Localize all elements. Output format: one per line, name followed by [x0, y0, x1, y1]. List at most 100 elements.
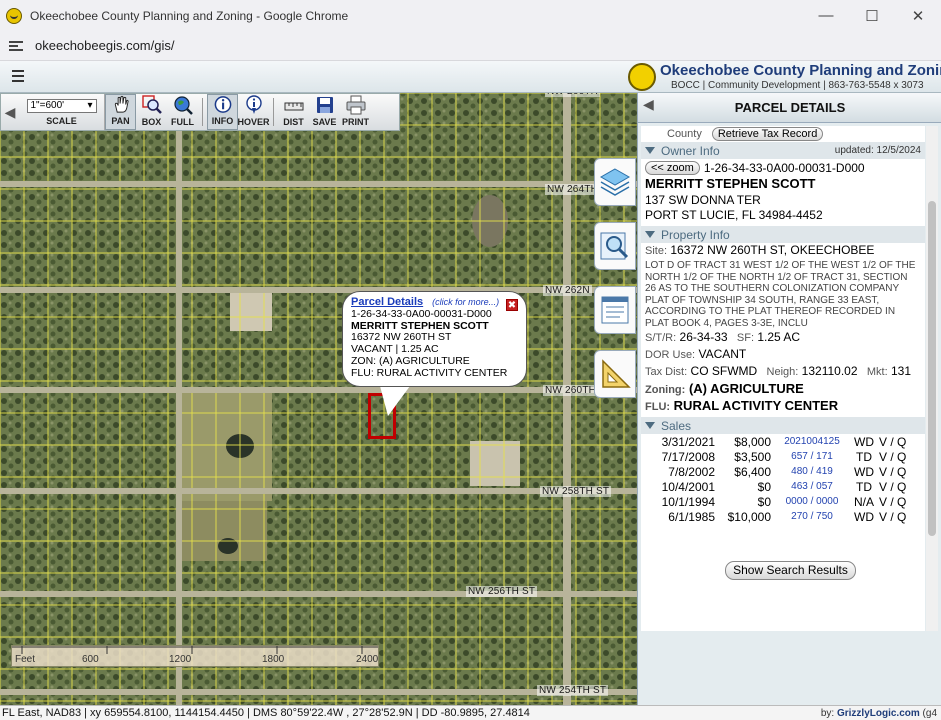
- dor-label: DOR Use:: [645, 349, 696, 361]
- scale-tick-2400: 2400: [356, 654, 379, 665]
- sale-date: 10/1/1994: [661, 494, 715, 509]
- show-search-results-button[interactable]: Show Search Results: [725, 561, 856, 580]
- panel-collapse-icon[interactable]: ◀: [643, 96, 654, 113]
- close-icon[interactable]: ✕: [895, 0, 941, 31]
- road-label-264th: NW 264TH: [545, 184, 601, 195]
- mkt-value: 131: [890, 364, 912, 378]
- sale-book-page[interactable]: 657 / 171: [773, 449, 851, 464]
- parcel-details-panel: PARCEL DETAILS County Retrieve Tax Recor…: [637, 93, 941, 705]
- neigh-label: Neigh:: [766, 366, 799, 378]
- measure-button[interactable]: [594, 350, 636, 398]
- sales-row: 6/1/1985 $10,000 270 / 750 WD V / Q: [643, 509, 908, 524]
- sale-type: WD: [854, 464, 874, 479]
- popup-more-link[interactable]: (click for more...): [432, 297, 499, 307]
- zoom-to-parcel-button[interactable]: << zoom: [645, 160, 700, 175]
- popup-zoning: ZON: (A) AGRICULTURE: [351, 354, 470, 367]
- address-bar[interactable]: okeechobeegis.com/gis/: [0, 31, 941, 61]
- property-info-header[interactable]: Property Info: [641, 226, 925, 243]
- scrollbar-thumb[interactable]: [928, 201, 936, 536]
- box-label: BOX: [141, 117, 162, 127]
- tax-dist-label: Tax Dist:: [645, 366, 688, 378]
- flu-label: FLU:: [645, 401, 671, 413]
- sf-label: SF:: [736, 332, 755, 344]
- sales-header[interactable]: Sales: [641, 417, 925, 434]
- hover-label: HOVER: [237, 117, 270, 127]
- scale-select[interactable]: 1"=600' ▾: [26, 98, 97, 113]
- sale-book-page[interactable]: 270 / 750: [773, 509, 851, 524]
- sale-type: TD: [856, 449, 872, 464]
- info-tool-button[interactable]: INFO: [207, 94, 238, 130]
- sale-book-page[interactable]: 480 / 419: [773, 464, 851, 479]
- str-label: S/T/R:: [645, 332, 677, 344]
- document-icon: [601, 296, 629, 324]
- sale-date: 7/17/2008: [661, 449, 715, 464]
- layers-button[interactable]: [594, 158, 636, 206]
- popup-close-icon[interactable]: ✖: [506, 299, 518, 311]
- property-info-title: Property Info: [661, 227, 730, 242]
- toolbar-collapse-icon[interactable]: ◀: [1, 94, 19, 130]
- site-settings-icon[interactable]: [9, 40, 23, 52]
- sales-row: 10/1/1994 $0 0000 / 0000 N/A V / Q: [643, 494, 908, 509]
- pan-tool-button[interactable]: PAN: [105, 94, 136, 130]
- layers-icon: [599, 168, 631, 196]
- parcel-details-content: County Retrieve Tax Record Owner Info up…: [641, 126, 925, 631]
- collapse-triangle-icon: [645, 422, 655, 429]
- popup-parcel-id: 1-26-34-33-0A00-00031-D000: [351, 307, 492, 320]
- distance-tool-button[interactable]: DIST: [278, 94, 309, 130]
- sale-book-page[interactable]: 0000 / 0000: [773, 494, 851, 509]
- panel-scrollbar[interactable]: [926, 126, 938, 631]
- road-label-260th: NW 260TH: [543, 385, 599, 396]
- sale-type: TD: [856, 479, 872, 494]
- url-text[interactable]: okeechobeegis.com/gis/: [35, 38, 174, 53]
- road-label-256th: NW 256TH ST: [466, 586, 538, 597]
- owner-info-header[interactable]: Owner Info updated: 12/5/2024: [641, 142, 925, 159]
- sales-row: 3/31/2021 $8,000 2021004125 WD V / Q: [643, 434, 908, 449]
- sale-type: WD: [854, 434, 874, 449]
- hover-tool-button[interactable]: HOVER: [237, 94, 270, 130]
- sale-vq: V / Q: [879, 449, 907, 464]
- search-button[interactable]: [594, 222, 636, 270]
- minimize-icon[interactable]: —: [803, 0, 849, 31]
- legal-description: LOT D OF TRACT 31 WEST 1/2 OF THE WEST 1…: [645, 260, 916, 329]
- chevron-down-icon: ▾: [87, 100, 93, 111]
- sale-date: 3/31/2021: [661, 434, 715, 449]
- status-bar: FL East, NAD83 | xy 659554.8100, 1144154…: [0, 705, 941, 720]
- sale-price: $8,000: [734, 434, 771, 449]
- dor-value: VACANT: [698, 347, 747, 361]
- scale-control: 1"=600' ▾ SCALE: [19, 94, 105, 130]
- popup-flu: FLU: RURAL ACTIVITY CENTER: [351, 366, 508, 379]
- sales-title: Sales: [661, 418, 692, 433]
- save-tool-button[interactable]: SAVE: [309, 94, 340, 130]
- collapse-triangle-icon: [645, 231, 655, 238]
- parcel-popup: Parcel Details (click for more...) 1-26-…: [342, 291, 527, 387]
- window-title: Okeechobee County Planning and Zoning - …: [30, 8, 349, 23]
- flu-value: RURAL ACTIVITY CENTER: [673, 398, 839, 413]
- credit-suffix: (g4: [922, 707, 937, 719]
- browser-title-bar: Okeechobee County Planning and Zoning - …: [0, 0, 941, 31]
- scale-value: 1"=600': [30, 100, 65, 111]
- app-title: Okeechobee County Planning and Zoning: [660, 62, 941, 79]
- app-logo-icon: [6, 7, 22, 24]
- ruler-icon: [284, 102, 303, 111]
- box-zoom-tool-button[interactable]: BOX: [136, 94, 167, 130]
- credit-prefix: by:: [820, 707, 835, 719]
- hamburger-menu-icon[interactable]: [12, 70, 24, 82]
- retrieve-tax-record-button[interactable]: Retrieve Tax Record: [711, 127, 824, 141]
- sale-book-page[interactable]: 463 / 057: [773, 479, 851, 494]
- scale-tick-1800: 1800: [262, 654, 285, 665]
- full-extent-tool-button[interactable]: FULL: [167, 94, 198, 130]
- county-label: County: [667, 128, 702, 140]
- maximize-icon[interactable]: ☐: [849, 0, 895, 31]
- scale-ticks: [12, 646, 378, 654]
- tax-dist-value: CO SFWMD: [690, 364, 758, 378]
- parcel-id: 1-26-34-33-0A00-00031-D000: [703, 160, 865, 175]
- sale-book-page[interactable]: 2021004125: [773, 434, 851, 449]
- pan-label: PAN: [111, 116, 130, 126]
- credit-link[interactable]: GrizzlyLogic.com: [837, 708, 920, 719]
- print-tool-button[interactable]: PRINT: [340, 94, 371, 130]
- popup-title-link[interactable]: Parcel Details: [351, 296, 423, 308]
- sale-vq: V / Q: [879, 464, 907, 479]
- scale-unit: Feet: [15, 654, 36, 665]
- coordinate-readout: FL East, NAD83 | xy 659554.8100, 1144154…: [2, 707, 530, 719]
- parcel-details-button[interactable]: [594, 286, 636, 334]
